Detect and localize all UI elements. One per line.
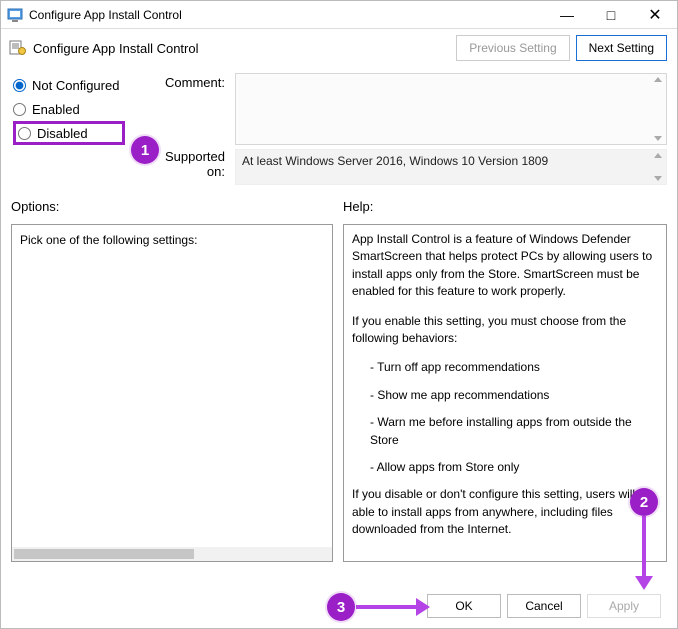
apply-button[interactable]: Apply [587,594,661,618]
help-column: Help: App Install Control is a feature o… [343,199,667,562]
dialog-button-row: OK Cancel Apply [427,594,661,618]
options-column: Options: Pick one of the following setti… [11,199,333,562]
maximize-button[interactable]: □ [589,1,633,29]
help-bullet-1: - Turn off app recommendations [352,359,654,376]
radio-disabled[interactable]: Disabled [18,126,88,141]
options-scrollbar[interactable] [12,547,332,561]
radio-disabled-input[interactable] [18,127,31,140]
help-paragraph-1: App Install Control is a feature of Wind… [352,231,654,301]
supported-on-label: Supported on: [151,149,235,185]
radio-enabled[interactable]: Enabled [13,97,151,121]
help-bullet-3: - Warn me before installing apps from ou… [352,414,654,449]
help-paragraph-2: If you enable this setting, you must cho… [352,313,654,348]
app-icon [7,7,23,23]
cancel-button[interactable]: Cancel [507,594,581,618]
annotation-badge-3: 3 [327,593,355,621]
header-row: Configure App Install Control Previous S… [1,29,677,69]
radio-disabled-label: Disabled [37,126,88,141]
ok-button[interactable]: OK [427,594,501,618]
annotation-badge-2: 2 [630,488,658,516]
radio-not-configured-input[interactable] [13,79,26,92]
window-controls: ― □ ✕ [545,1,677,29]
radio-enabled-input[interactable] [13,103,26,116]
help-bullet-2: - Show me app recommendations [352,387,654,404]
supported-on-value: At least Windows Server 2016, Windows 10… [242,154,548,168]
dialog-window: Configure App Install Control ― □ ✕ Conf… [0,0,678,629]
close-button[interactable]: ✕ [633,1,677,29]
radio-enabled-label: Enabled [32,102,80,117]
comment-textarea[interactable] [235,73,667,145]
scroll-down-icon [654,176,662,181]
radio-not-configured[interactable]: Not Configured [13,73,151,97]
annotation-badge-1: 1 [131,136,159,164]
radio-group: Not Configured Enabled Disabled [13,73,151,145]
help-paragraph-3: If you disable or don't configure this s… [352,486,654,538]
options-panel: Pick one of the following settings: [11,224,333,562]
scroll-down-icon[interactable] [654,136,662,141]
columns: Options: Pick one of the following setti… [1,185,677,562]
minimize-button[interactable]: ― [545,1,589,29]
options-scrollbar-thumb[interactable] [14,549,194,559]
window-title: Configure App Install Control [29,8,545,22]
radio-disabled-highlight: Disabled [13,121,125,145]
next-setting-button[interactable]: Next Setting [576,35,667,61]
help-panel: App Install Control is a feature of Wind… [343,224,667,562]
scroll-up-icon[interactable] [654,77,662,82]
help-bullet-4: - Allow apps from Store only [352,459,654,476]
options-heading: Options: [11,199,333,214]
scroll-up-icon [654,153,662,158]
radio-not-configured-label: Not Configured [32,78,119,93]
comment-label: Comment: [151,73,235,145]
config-comment-row: Not Configured Enabled Disabled Comment: [1,69,677,145]
policy-icon [9,39,27,57]
options-text: Pick one of the following settings: [12,225,332,255]
supported-row: Supported on: At least Windows Server 20… [1,145,677,185]
previous-setting-button[interactable]: Previous Setting [456,35,569,61]
supported-on-text: At least Windows Server 2016, Windows 10… [235,149,667,185]
policy-title: Configure App Install Control [33,41,450,56]
help-heading: Help: [343,199,667,214]
titlebar: Configure App Install Control ― □ ✕ [1,1,677,29]
